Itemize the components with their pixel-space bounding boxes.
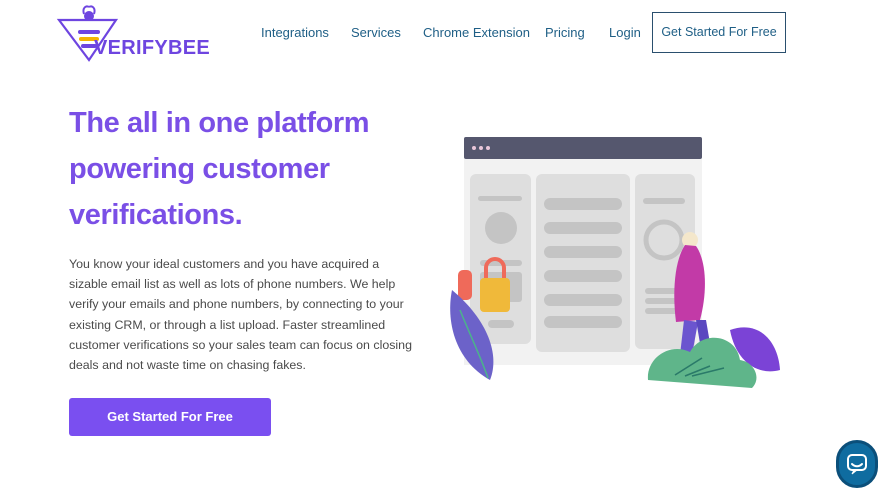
dashboard-illustration [440, 130, 790, 400]
header-get-started-button[interactable]: Get Started For Free [652, 12, 786, 53]
landing-page: VERIFYBEE Integrations Services Chrome E… [0, 0, 890, 500]
nav-integrations[interactable]: Integrations [261, 12, 329, 53]
hero-get-started-button[interactable]: Get Started For Free [69, 398, 271, 436]
nav-pricing[interactable]: Pricing [545, 12, 585, 53]
main-nav: Integrations Services Chrome Extension P… [0, 12, 890, 53]
chat-bubble-icon [847, 454, 867, 475]
nav-services[interactable]: Services [351, 12, 401, 53]
nav-login[interactable]: Login [609, 12, 641, 53]
nav-chrome-extension[interactable]: Chrome Extension [423, 12, 530, 53]
hero-description: You know your ideal customers and you ha… [69, 257, 412, 373]
dashboard-illustration-icon [450, 137, 780, 388]
hero-headline: The all in one platform powering custome… [69, 107, 370, 231]
chat-widget-button[interactable] [836, 440, 878, 488]
